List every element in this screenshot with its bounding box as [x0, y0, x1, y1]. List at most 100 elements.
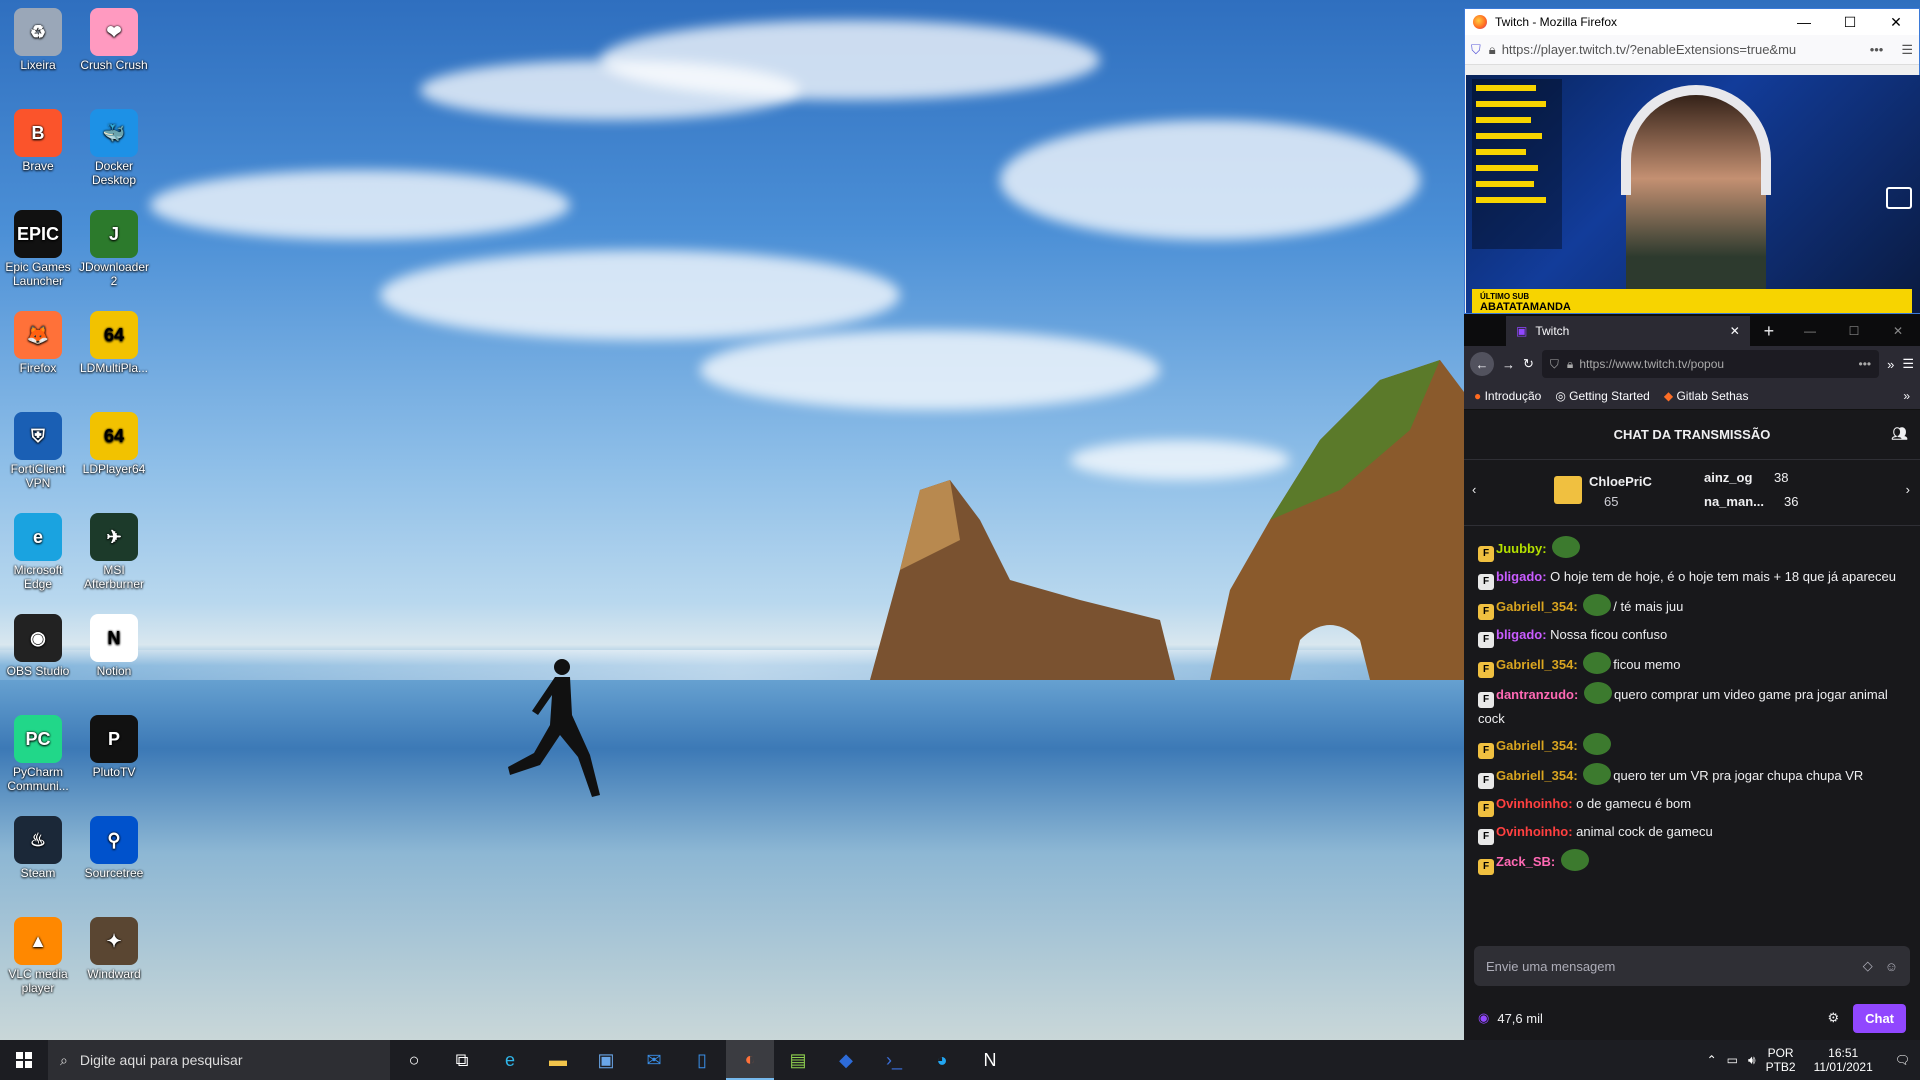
teams-icon[interactable]: ◆ — [822, 1040, 870, 1080]
desktop-icon[interactable]: J JDownloader 2 — [76, 206, 152, 288]
desktop-icon[interactable]: B Brave — [0, 105, 76, 173]
viewer-count: 47,6 mil — [1497, 1010, 1543, 1026]
back-button[interactable]: ← — [1470, 352, 1494, 376]
tray-overflow-icon[interactable]: ⌃ — [1707, 1053, 1717, 1067]
chat-username[interactable]: Gabriell_354: — [1496, 599, 1578, 614]
url-bar[interactable]: ⛉ 🔒︎ https://player.twitch.tv/?enableExt… — [1465, 35, 1919, 65]
chat-username[interactable]: Gabriell_354: — [1496, 738, 1578, 753]
desktop-icon[interactable]: e Microsoft Edge — [0, 509, 76, 591]
phone-icon[interactable]: ▯ — [678, 1040, 726, 1080]
next-chevron-icon[interactable]: › — [1906, 482, 1910, 497]
chat-username[interactable]: dantranzudo: — [1496, 687, 1578, 702]
overflow-chevron-icon[interactable]: » — [1887, 357, 1894, 372]
pip-toggle-icon[interactable] — [1886, 187, 1912, 209]
network-icon[interactable]: ▭ — [1727, 1053, 1738, 1067]
url-bar[interactable]: ⛉ 🔒︎ https://www.twitch.tv/popou ••• — [1541, 350, 1880, 378]
edge-icon[interactable]: e — [486, 1040, 534, 1080]
desktop-icon[interactable]: PC PyCharm Communi... — [0, 711, 76, 793]
task-view-icon[interactable]: ⧉ — [438, 1040, 486, 1080]
maximize-button[interactable]: ☐ — [1827, 14, 1873, 31]
desktop-icon[interactable]: ◉ OBS Studio — [0, 610, 76, 678]
page-actions-icon[interactable]: ••• — [1870, 42, 1884, 57]
menu-icon[interactable]: ☰ — [1902, 356, 1914, 372]
chat-username[interactable]: Ovinhoinho: — [1496, 796, 1573, 811]
notion-icon[interactable]: N — [966, 1040, 1014, 1080]
desktop-icon-label: Notion — [96, 664, 132, 678]
messenger-icon[interactable]: ◕ — [918, 1040, 966, 1080]
tab-close-icon[interactable]: ✕ — [1730, 324, 1740, 338]
language-indicator[interactable]: POR PTB2 — [1766, 1046, 1796, 1074]
bookmark-gitlab-sethas[interactable]: ◆ Gitlab Sethas — [1664, 389, 1749, 403]
firefox-pip-window[interactable]: Twitch - Mozilla Firefox — ☐ ✕ ⛉ 🔒︎ http… — [1464, 8, 1920, 314]
chat-username[interactable]: Ovinhoinho: — [1496, 824, 1573, 839]
chat-footer: ◉ 47,6 mil ⚙ Chat — [1464, 996, 1920, 1040]
taskbar-search[interactable]: ⌕ Digite aqui para pesquisar — [48, 1040, 390, 1080]
windows-icon — [16, 1052, 32, 1068]
minimize-button[interactable]: — — [1788, 316, 1832, 346]
chat-username[interactable]: bligado: — [1496, 627, 1547, 642]
tab-twitch[interactable]: ▣ Twitch ✕ — [1506, 316, 1750, 346]
chat-input[interactable]: Envie uma mensagem ◇ ☺ — [1474, 946, 1910, 986]
bits-icon[interactable]: ◇ — [1863, 958, 1873, 974]
desktop-icon[interactable]: 🐳 Docker Desktop — [76, 105, 152, 187]
users-icon[interactable]: 👥︎ — [1891, 426, 1908, 442]
firefox-icon[interactable]: ◐ — [726, 1040, 774, 1080]
bookmark-getting-started[interactable]: ◎ Getting Started — [1555, 389, 1650, 403]
reload-button[interactable]: ↻ — [1523, 356, 1534, 372]
desktop-icon[interactable]: EPIC Epic Games Launcher — [0, 206, 76, 288]
bookmarks-overflow-icon[interactable]: » — [1903, 389, 1910, 403]
page-actions-icon[interactable]: ••• — [1859, 357, 1872, 371]
mail-icon[interactable]: ✉ — [630, 1040, 678, 1080]
cortana-icon[interactable]: ○ — [390, 1040, 438, 1080]
stream-video[interactable]: ÚLTIMO SUB ABATATAMANDA — [1466, 75, 1920, 313]
desktop-icon[interactable]: ▲ VLC media player — [0, 913, 76, 995]
forward-button[interactable]: → — [1502, 357, 1515, 372]
desktop-icon[interactable]: 🦊 Firefox — [0, 307, 76, 375]
desktop-icon[interactable]: 64 LDMultiPla... — [76, 307, 152, 375]
ldplayer-icon: 64 — [90, 412, 138, 460]
emote-picker-icon[interactable]: ☺ — [1885, 959, 1898, 974]
desktop-icon-label: Steam — [20, 866, 56, 880]
user-badge-icon: F — [1478, 801, 1494, 817]
chat-username[interactable]: Zack_SB: — [1496, 854, 1555, 869]
volume-icon[interactable]: 🔊︎ — [1748, 1053, 1756, 1068]
user-badge-icon: F — [1478, 829, 1494, 845]
desktop-icon-label: JDownloader 2 — [78, 260, 150, 288]
minimize-button[interactable]: — — [1781, 14, 1827, 31]
desktop-icon[interactable]: ✦ Windward — [76, 913, 152, 981]
desktop-icon[interactable]: ♻ Lixeira — [0, 4, 76, 72]
close-button[interactable]: ✕ — [1873, 14, 1919, 31]
chat-send-button[interactable]: Chat — [1853, 1003, 1906, 1033]
desktop-icon[interactable]: P PlutoTV — [76, 711, 152, 779]
prev-chevron-icon[interactable]: ‹ — [1472, 482, 1476, 497]
close-button[interactable]: ✕ — [1876, 316, 1920, 346]
window-titlebar[interactable]: Twitch - Mozilla Firefox — ☐ ✕ — [1465, 9, 1919, 35]
notifications-icon[interactable]: 🗨︎ — [1895, 1053, 1910, 1067]
desktop-icon[interactable]: ❤ Crush Crush — [76, 4, 152, 72]
desktop-icon[interactable]: ⚲ Sourcetree — [76, 812, 152, 880]
chat-username[interactable]: bligado: — [1496, 569, 1547, 584]
new-tab-button[interactable]: + — [1750, 316, 1788, 346]
maximize-button[interactable]: ☐ — [1832, 316, 1876, 346]
store-icon[interactable]: ▣ — [582, 1040, 630, 1080]
desktop-icon[interactable]: 64 LDPlayer64 — [76, 408, 152, 476]
settings-icon[interactable]: ⚙ — [1827, 1010, 1839, 1026]
desktop-icon[interactable]: ♨ Steam — [0, 812, 76, 880]
user-badge-icon: F — [1478, 662, 1494, 678]
channel-points-icon[interactable]: ◉ — [1478, 1010, 1489, 1026]
clock[interactable]: 16:51 11/01/2021 — [1814, 1046, 1873, 1074]
chat-username[interactable]: Gabriell_354: — [1496, 768, 1578, 783]
chat-username[interactable]: Gabriell_354: — [1496, 657, 1578, 672]
start-button[interactable] — [0, 1040, 48, 1080]
file-explorer-icon[interactable]: ▬ — [534, 1040, 582, 1080]
desktop-icon[interactable]: N Notion — [76, 610, 152, 678]
powershell-icon[interactable]: ›_ — [870, 1040, 918, 1080]
bookmark-introducao[interactable]: ● Introdução — [1474, 389, 1541, 403]
desktop-icon[interactable]: ⛨ FortiClient VPN — [0, 408, 76, 490]
twitch-chat-window[interactable]: ▣ Twitch ✕ + — ☐ ✕ ← → ↻ ⛉ 🔒︎ https://ww… — [1464, 314, 1920, 1040]
notepad-icon[interactable]: ▤ — [774, 1040, 822, 1080]
menu-icon[interactable]: ☰ — [1901, 42, 1913, 58]
chat-username[interactable]: Juubby: — [1496, 541, 1547, 556]
desktop-icon[interactable]: ✈ MSI Afterburner — [76, 509, 152, 591]
chat-message: F Zack_SB: — [1478, 849, 1906, 875]
